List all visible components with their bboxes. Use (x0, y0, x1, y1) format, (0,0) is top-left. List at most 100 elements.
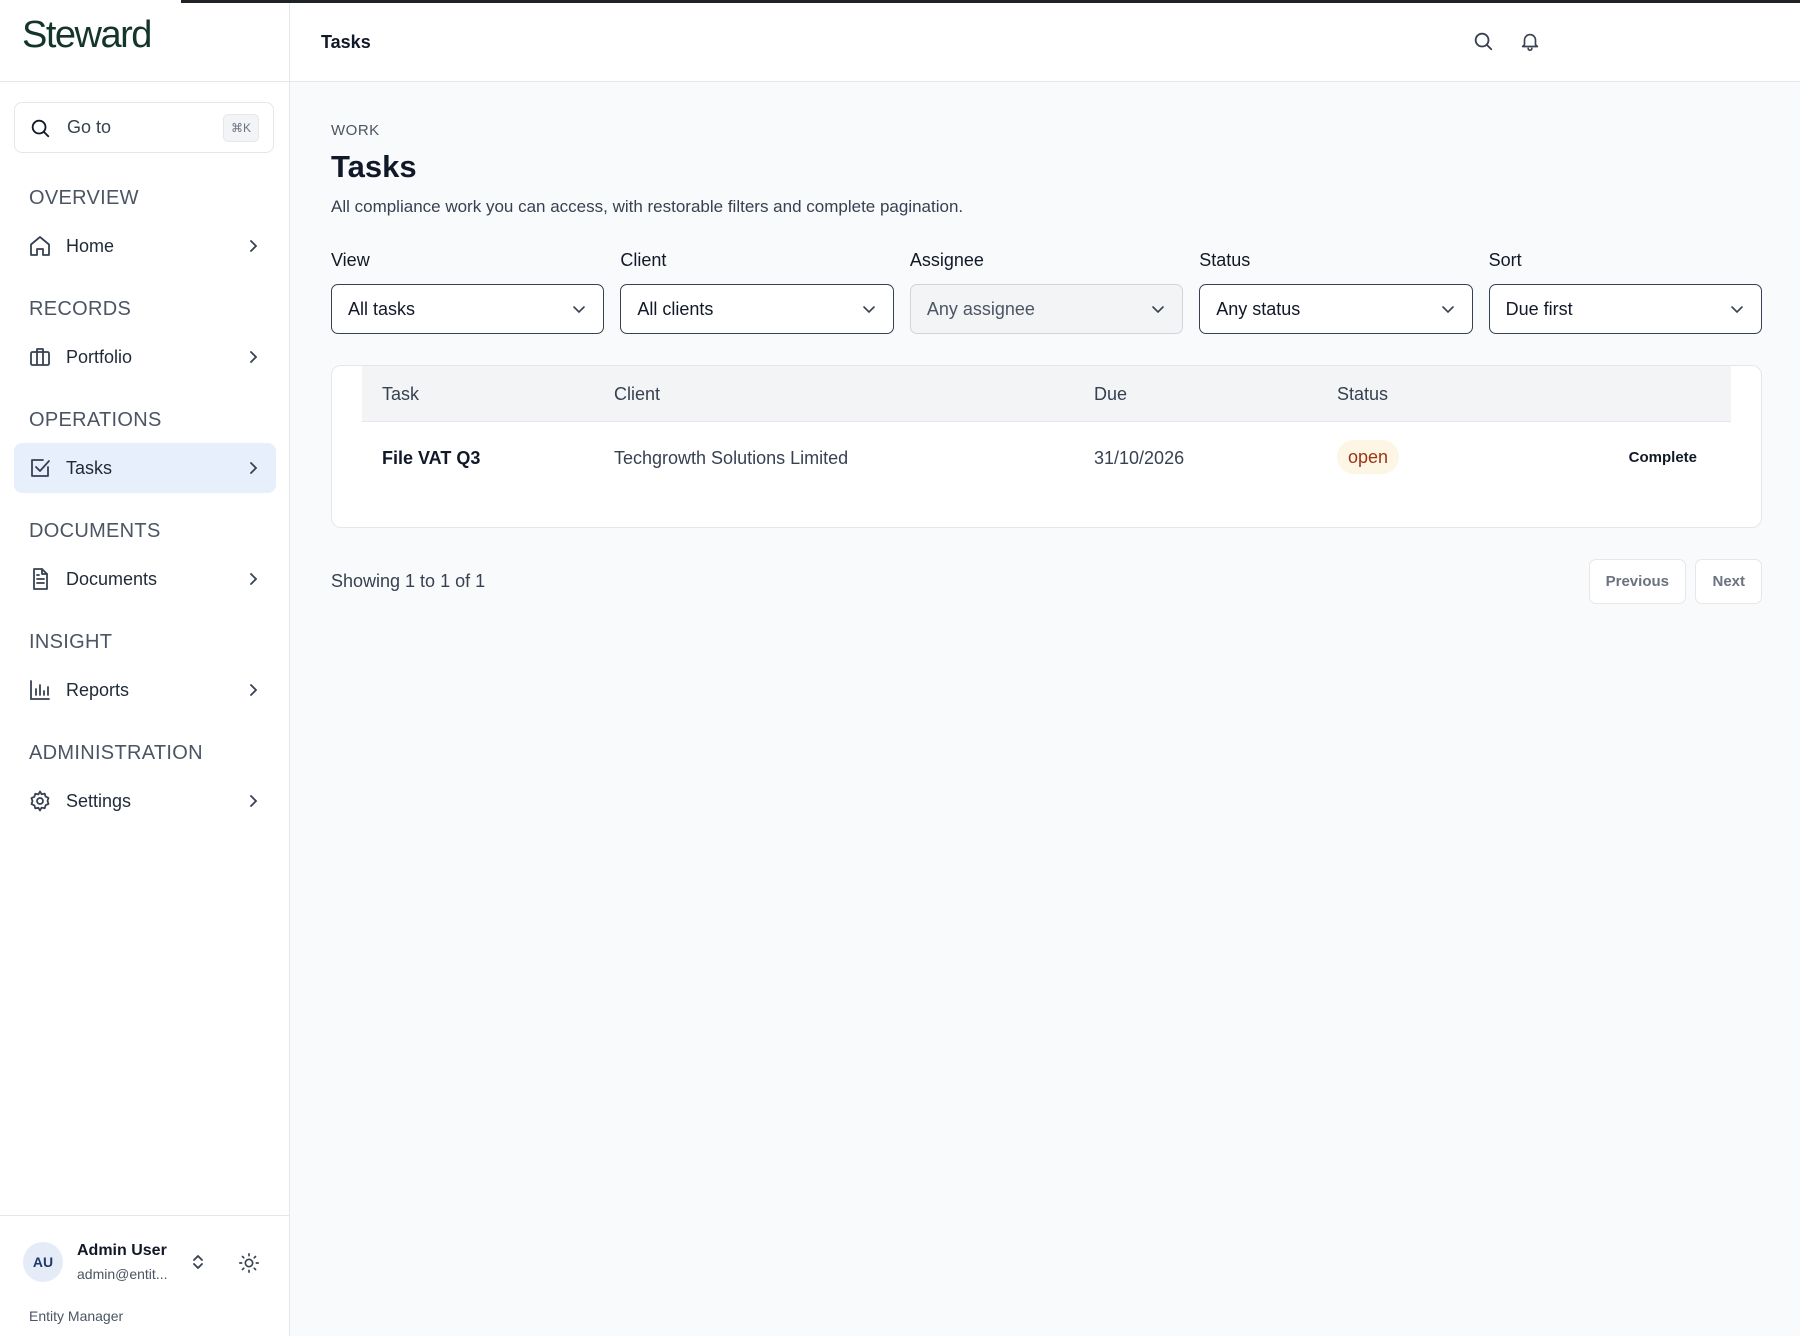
pagination: Showing 1 to 1 of 1 Previous Next (331, 559, 1762, 604)
topbar: Tasks (181, 0, 1800, 82)
chevron-right-icon (250, 351, 258, 363)
sidebar-item-label: Home (66, 235, 115, 256)
shortcut-badge: ⌘K (222, 113, 259, 142)
search-icon (31, 119, 50, 137)
client-select[interactable]: All clients (620, 284, 894, 334)
nav-section-overview: OVERVIEW Home (0, 183, 290, 271)
topbar-title: Tasks (321, 32, 371, 52)
home-icon (30, 236, 50, 256)
sidebar: Steward Go to ⌘K OVERVIEW Home RECORDS P… (0, 0, 290, 1336)
chevron-down-icon (1152, 306, 1165, 314)
sidebar-item-label: Documents (66, 568, 158, 589)
chevron-down-icon (573, 306, 586, 314)
table-header: Task Client Due Status (362, 366, 1731, 422)
filter-label: Sort (1488, 250, 1522, 270)
chevron-right-icon (250, 240, 258, 252)
sidebar-item-reports[interactable]: Reports (14, 665, 276, 715)
pagination-summary: Showing 1 to 1 of 1 (331, 571, 486, 591)
sidebar-item-settings[interactable]: Settings (14, 776, 276, 826)
sidebar-item-label: Tasks (66, 457, 113, 478)
chevron-down-icon (863, 306, 875, 314)
user-email: admin@entit... (77, 1266, 168, 1282)
nav-section-administration: ADMINISTRATION Settings (0, 738, 290, 826)
filter-status: Status Any status (1199, 250, 1473, 334)
briefcase-icon (30, 348, 50, 366)
filter-sort: Sort Due first (1488, 250, 1763, 334)
chevron-right-icon (250, 573, 258, 585)
nav-section-documents: DOCUMENTS Documents (0, 516, 290, 604)
column-header-status[interactable]: Status (1337, 384, 1388, 405)
filter-label: View (331, 250, 370, 270)
user-menu[interactable]: AU Admin User admin@entit... Entity Mana… (0, 1215, 290, 1336)
assignee-select: Any assignee (909, 284, 1184, 334)
nav-section-operations: OPERATIONS Tasks (0, 405, 290, 493)
checkbox-icon (31, 459, 50, 477)
next-button[interactable]: Next (1695, 559, 1762, 604)
goto-search[interactable]: Go to ⌘K (14, 102, 274, 153)
column-header-due[interactable]: Due (1094, 384, 1127, 405)
top-accent-bar (181, 0, 1800, 3)
chevron-up-down-icon[interactable] (188, 1252, 208, 1272)
column-header-task[interactable]: Task (382, 384, 419, 405)
main-area: Tasks WORK Tasks All compliance work you… (181, 0, 1800, 1336)
column-header-client[interactable]: Client (614, 384, 660, 405)
sidebar-item-portfolio[interactable]: Portfolio (14, 332, 276, 382)
tasks-content: WORK Tasks All compliance work you can a… (331, 122, 1763, 604)
due-date: 31/10/2026 (1094, 448, 1185, 468)
bell-icon[interactable] (1519, 30, 1541, 52)
tasks-table: Task Client Due Status File VAT Q3 Techg… (331, 365, 1762, 528)
logo[interactable]: Steward (0, 0, 289, 82)
sidebar-item-label: Settings (66, 790, 132, 811)
filter-label: Assignee (909, 250, 984, 270)
chevron-right-icon (250, 795, 258, 807)
chevron-down-icon (1731, 306, 1743, 314)
nav-heading: DOCUMENTS (29, 520, 161, 542)
user-name: Admin User (77, 1242, 167, 1259)
sidebar-item-home[interactable]: Home (14, 221, 276, 271)
logo-text: Steward (22, 14, 152, 56)
nav-heading: OPERATIONS (29, 409, 162, 431)
user-role: Entity Manager (29, 1308, 124, 1324)
task-name[interactable]: File VAT Q3 (382, 448, 480, 469)
client-name: Techgrowth Solutions Limited (614, 448, 849, 468)
select-value: Any assignee (926, 298, 1035, 319)
nav-section-records: RECORDS Portfolio (0, 294, 290, 382)
sort-select[interactable]: Due first (1488, 284, 1763, 334)
table-row[interactable]: File VAT Q3 Techgrowth Solutions Limited… (362, 422, 1731, 498)
chevron-right-icon (250, 462, 258, 474)
nav-section-insight: INSIGHT Reports (0, 627, 290, 715)
goto-label: Go to (67, 117, 112, 137)
nav-heading: ADMINISTRATION (29, 742, 203, 764)
page-description: All compliance work you can access, with… (331, 197, 964, 216)
filter-label: Client (620, 250, 667, 270)
filter-label: Status (1199, 250, 1251, 270)
sun-icon[interactable] (238, 1252, 260, 1274)
search-icon[interactable] (1472, 30, 1494, 52)
previous-button[interactable]: Previous (1588, 559, 1686, 604)
document-icon (33, 568, 48, 590)
nav-heading: OVERVIEW (29, 187, 139, 209)
sidebar-item-label: Portfolio (66, 346, 133, 367)
complete-button[interactable]: Complete (1629, 449, 1697, 466)
filter-view: View All tasks (331, 250, 605, 334)
sidebar-item-documents[interactable]: Documents (14, 554, 276, 604)
avatar: AU (23, 1242, 63, 1282)
sidebar-item-label: Reports (66, 679, 130, 700)
app-shell: Steward Go to ⌘K OVERVIEW Home RECORDS P… (0, 0, 1800, 1336)
status-badge: open (1337, 440, 1400, 474)
sidebar-item-tasks[interactable]: Tasks (14, 443, 276, 493)
select-value: All tasks (348, 298, 416, 319)
filter-assignee: Assignee Any assignee (909, 250, 1184, 334)
gear-icon (30, 790, 50, 812)
page-eyebrow: WORK (331, 122, 380, 139)
view-select[interactable]: All tasks (331, 284, 605, 334)
filter-client: Client All clients (620, 250, 894, 334)
bar-chart-icon (30, 680, 50, 700)
status-select[interactable]: Any status (1199, 284, 1473, 334)
page-title: Tasks (331, 149, 417, 184)
select-value: All clients (637, 298, 714, 319)
nav-heading: RECORDS (29, 298, 132, 320)
nav-heading: INSIGHT (29, 631, 113, 653)
filter-bar: View All tasks Client All clients Assign… (331, 250, 1763, 334)
chevron-down-icon (1441, 306, 1454, 314)
